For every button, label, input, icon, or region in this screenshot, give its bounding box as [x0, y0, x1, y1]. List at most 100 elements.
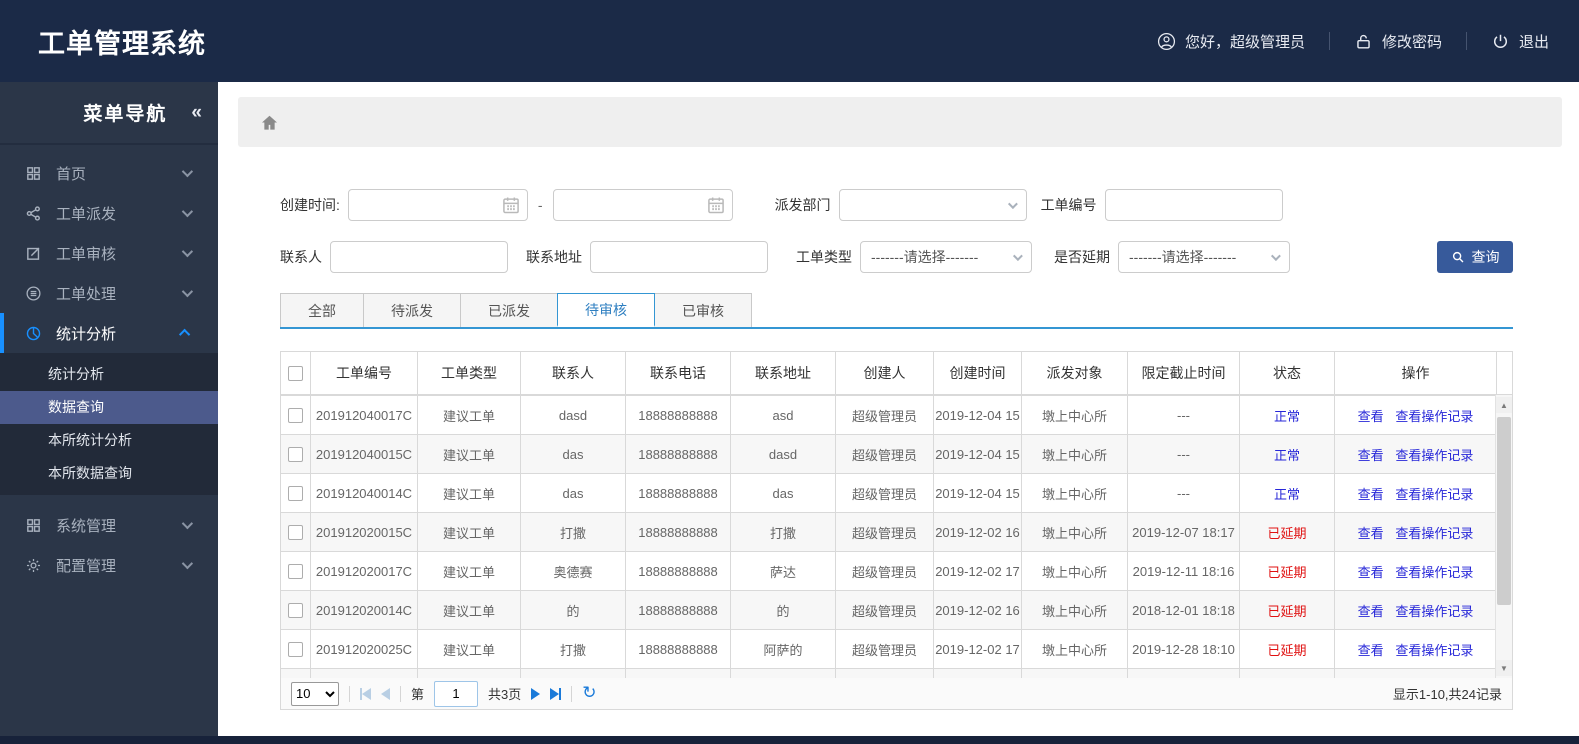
date-start-input[interactable]	[347, 189, 528, 221]
prev-page-button[interactable]	[381, 687, 390, 700]
create-time-label: 创建时间:	[280, 197, 340, 213]
last-page-button[interactable]	[550, 687, 562, 700]
cell-address: 打撒	[730, 512, 836, 552]
sidebar-item-label: 工单派发	[56, 205, 117, 223]
submenu-item-branch-statistics[interactable]: 本所统计分析	[0, 424, 218, 457]
tab-dispatched[interactable]: 已派发	[460, 293, 558, 327]
row-checkbox[interactable]	[288, 447, 303, 463]
home-icon[interactable]	[260, 113, 279, 132]
delay-select[interactable]: -------请选择-------	[1118, 241, 1290, 273]
address-input[interactable]	[590, 241, 768, 273]
view-link[interactable]: 查看	[1358, 448, 1384, 463]
cell-deadline: ---	[1127, 434, 1240, 474]
row-select-cell	[280, 395, 311, 435]
query-button[interactable]: 查询	[1437, 241, 1513, 273]
sidebar-item-process[interactable]: 工单处理	[0, 273, 218, 313]
row-checkbox[interactable]	[288, 603, 303, 619]
cell-create-time: 2019-12-02 17	[933, 551, 1022, 591]
date-end-input[interactable]	[552, 189, 733, 221]
cell-order-no: 201912040015C	[310, 434, 418, 474]
last-page-icon	[559, 687, 562, 700]
logout-button[interactable]: 退出	[1491, 31, 1549, 52]
view-link[interactable]: 查看	[1358, 409, 1384, 424]
sidebar-item-config[interactable]: 配置管理	[0, 545, 218, 585]
view-link[interactable]: 查看	[1358, 526, 1384, 541]
view-link[interactable]: 查看	[1358, 643, 1384, 658]
select-all-checkbox[interactable]	[288, 366, 303, 382]
sidebar-item-system[interactable]: 系统管理	[0, 505, 218, 545]
view-log-link[interactable]: 查看操作记录	[1395, 448, 1473, 463]
cell-contact: 的	[520, 590, 626, 630]
first-page-button[interactable]	[360, 687, 371, 700]
submenu-item-data-query[interactable]: 数据查询	[0, 391, 218, 424]
cell-order-type: 建议工单	[417, 512, 521, 552]
lock-icon	[1357, 34, 1370, 49]
dispatch-dept-select[interactable]	[838, 189, 1027, 221]
cell-status: 正常	[1239, 395, 1335, 435]
cell-create-time	[933, 668, 1022, 678]
chevron-down-icon	[1007, 198, 1018, 209]
sidebar-item-dispatch[interactable]: 工单派发	[0, 193, 218, 233]
sidebar-item-home[interactable]: 首页	[0, 153, 218, 193]
row-select-cell	[280, 512, 311, 552]
cell-contact: 打撒	[520, 629, 626, 669]
row-checkbox[interactable]	[288, 408, 303, 424]
page-size-select[interactable]: 10	[291, 681, 339, 706]
sidebar-collapse-button[interactable]: «	[191, 102, 201, 124]
power-icon	[1493, 34, 1507, 48]
cell-actions: 查看 查看操作记录	[1334, 551, 1497, 591]
tab-all[interactable]: 全部	[280, 293, 364, 327]
view-log-link[interactable]: 查看操作记录	[1395, 409, 1473, 424]
cell-status: 正常	[1239, 434, 1335, 474]
status-text: 已延期	[1267, 525, 1307, 541]
view-log-link[interactable]: 查看操作记录	[1395, 487, 1473, 502]
chevron-down-icon	[181, 165, 194, 178]
page-number-input[interactable]	[434, 680, 479, 707]
row-checkbox[interactable]	[288, 486, 303, 502]
next-page-button[interactable]	[531, 687, 541, 700]
refresh-icon[interactable]: ↻	[582, 685, 596, 702]
row-select-cell	[280, 473, 311, 513]
tab-reviewed[interactable]: 已审核	[654, 293, 752, 327]
date-start-wrap	[347, 189, 528, 221]
cell-order-type: 建议工单	[417, 629, 521, 669]
sidebar-title: 菜单导航	[83, 104, 168, 125]
view-log-link[interactable]: 查看操作记录	[1395, 526, 1473, 541]
row-checkbox[interactable]	[288, 642, 303, 658]
row-select-cell	[280, 590, 311, 630]
bottom-strip	[0, 736, 1579, 744]
cell-dispatch-target: 墩上中心所	[1021, 512, 1128, 552]
contact-input[interactable]	[330, 241, 508, 273]
cell-dispatch-target: 墩上中心所	[1021, 434, 1128, 474]
submenu-item-branch-data-query[interactable]: 本所数据查询	[0, 457, 218, 490]
view-log-link[interactable]: 查看操作记录	[1395, 643, 1473, 658]
sidebar-item-statistics[interactable]: 统计分析	[0, 313, 218, 353]
cell-address: 阿萨的	[730, 629, 836, 669]
sidebar-item-review[interactable]: 工单审核	[0, 233, 218, 273]
user-greeting[interactable]: 您好，超级管理员	[1157, 31, 1305, 52]
cell-deadline: ---	[1127, 395, 1240, 435]
cell-contact: dasd	[520, 395, 626, 435]
scroll-down-icon[interactable]: ▼	[1496, 660, 1512, 676]
row-checkbox[interactable]	[288, 525, 303, 541]
view-log-link[interactable]: 查看操作记录	[1395, 604, 1473, 619]
change-password-button[interactable]: 修改密码	[1354, 31, 1442, 52]
status-text: 已延期	[1267, 642, 1307, 658]
cell-phone: 18888888888	[625, 629, 731, 669]
scroll-up-icon[interactable]: ▲	[1496, 397, 1512, 413]
row-checkbox[interactable]	[288, 564, 303, 580]
tab-to-review[interactable]: 待审核	[557, 293, 655, 327]
view-link[interactable]: 查看	[1358, 604, 1384, 619]
order-type-select[interactable]: -------请选择-------	[860, 241, 1032, 273]
status-tabs: 全部 待派发 已派发 待审核 已审核	[280, 293, 1513, 329]
order-no-input[interactable]	[1104, 189, 1283, 221]
view-link[interactable]: 查看	[1358, 565, 1384, 580]
cell-address: das	[730, 473, 836, 513]
view-link[interactable]: 查看	[1358, 487, 1384, 502]
table-scrollbar[interactable]: ▲ ▼	[1495, 395, 1512, 678]
scrollbar-thumb[interactable]	[1497, 417, 1511, 605]
search-icon	[1452, 251, 1463, 263]
view-log-link[interactable]: 查看操作记录	[1395, 565, 1473, 580]
submenu-item-statistics[interactable]: 统计分析	[0, 358, 218, 391]
tab-to-dispatch[interactable]: 待派发	[363, 293, 461, 327]
